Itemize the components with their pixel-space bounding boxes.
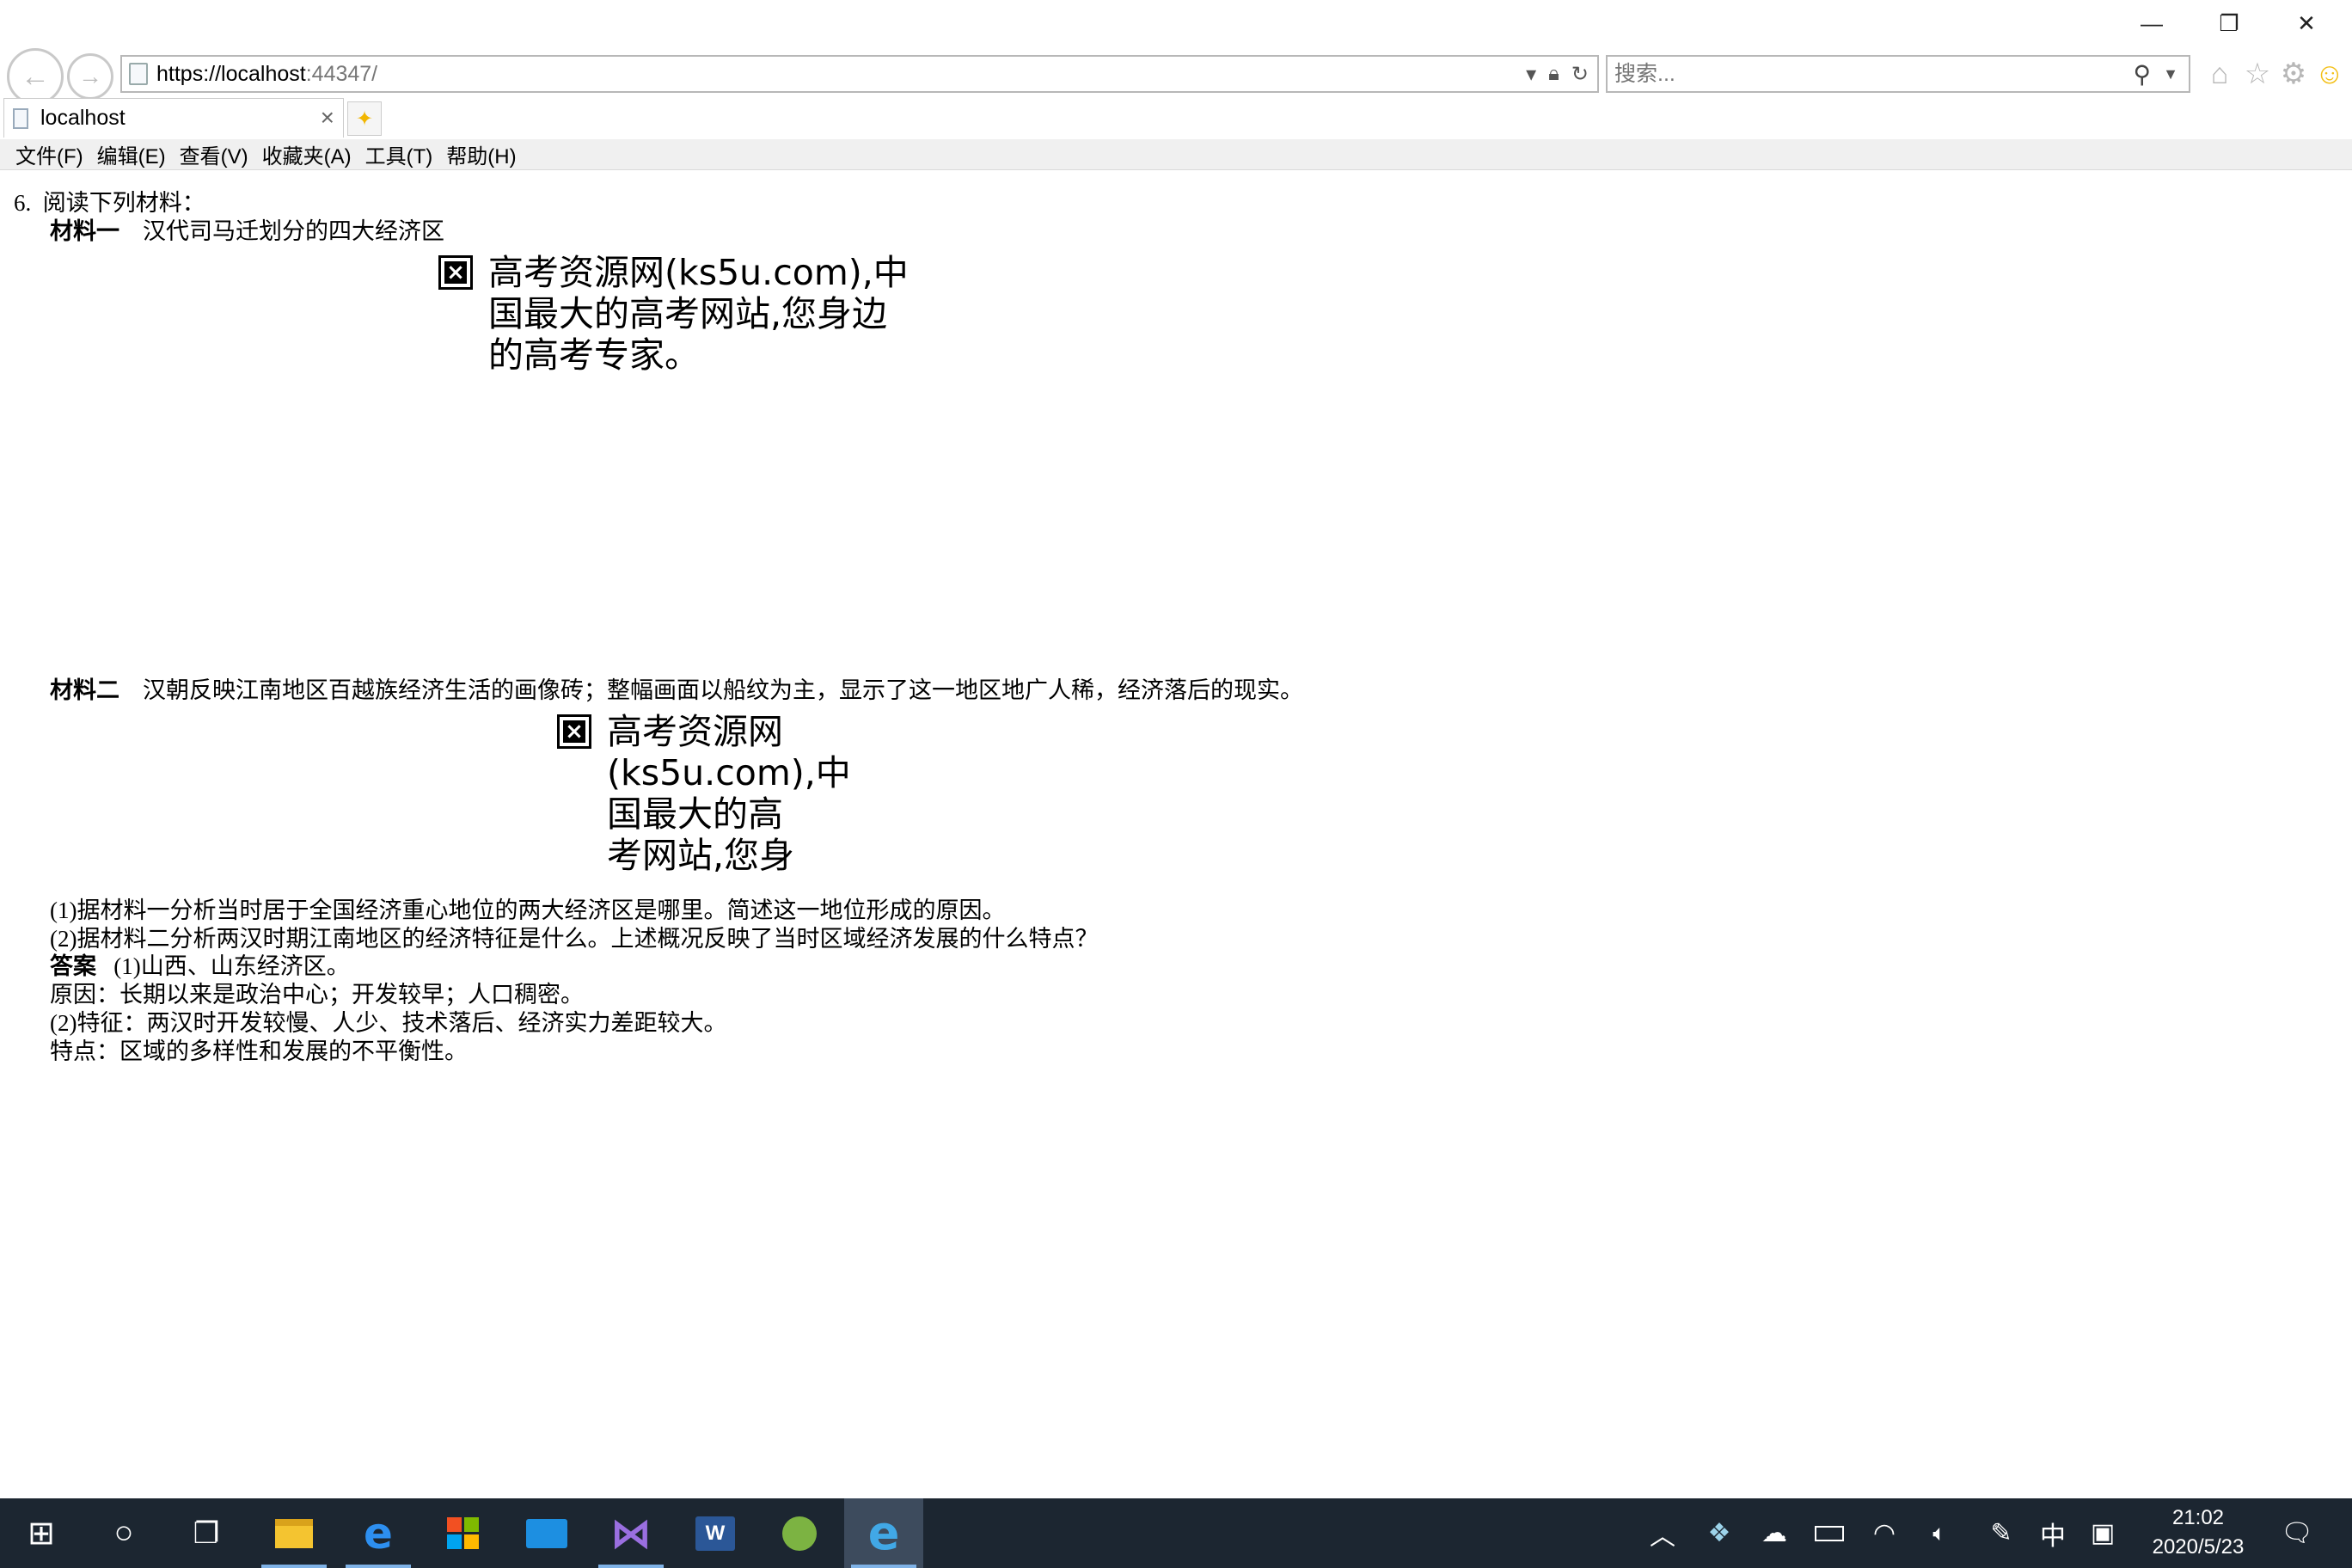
page-icon: [129, 63, 148, 85]
search-input[interactable]: [1614, 61, 2096, 87]
windows-start-icon: ⊞: [28, 1516, 55, 1552]
menu-bar: 文件(F) 编辑(E) 查看(V) 收藏夹(A) 工具(T) 帮助(H): [0, 139, 2352, 170]
notification-icon: 🗨︎: [2280, 1519, 2314, 1547]
taskbar-internet-explorer[interactable]: e: [844, 1498, 923, 1568]
action-center[interactable]: 🗨︎: [2275, 1498, 2319, 1568]
task-view-button[interactable]: ❐: [167, 1498, 246, 1568]
ime-mode-icon: ▣: [2090, 1519, 2116, 1547]
battery[interactable]: [1810, 1498, 1848, 1568]
android-studio-icon: [782, 1516, 817, 1551]
refresh-icon[interactable]: ↻: [1571, 62, 1589, 87]
material-one-text: 汉代司马迁划分的四大经济区: [143, 218, 444, 244]
pen-workspace[interactable]: ✎: [1982, 1498, 2020, 1568]
ime-label: 中: [2040, 1522, 2066, 1551]
broken-image-icon: [438, 255, 473, 290]
tab-page-icon: [13, 107, 28, 129]
taskbar-android-studio[interactable]: [760, 1498, 839, 1568]
broken-image-1: 高考资源网(ks5u.com),中 国最大的高考网站,您身边 的高考专家。: [438, 252, 909, 376]
menu-view[interactable]: 查看(V): [180, 139, 248, 169]
new-tab-button[interactable]: ✦: [347, 101, 382, 136]
menu-tools[interactable]: 工具(T): [365, 139, 433, 169]
start-button[interactable]: ⊞: [2, 1498, 81, 1568]
tab-localhost[interactable]: localhost ×: [3, 98, 344, 138]
onedrive[interactable]: ☁: [1755, 1498, 1793, 1568]
visual-studio-icon: ⋈: [610, 1510, 652, 1557]
image-alt-text-2: 高考资源网 (ks5u.com),中 国最大的高 考网站,您身: [607, 711, 851, 876]
address-dropdown-icon[interactable]: ▾: [1526, 62, 1536, 87]
tab-bar: localhost × ✦: [0, 98, 2352, 138]
task-view-icon: ❐: [193, 1516, 220, 1550]
maximize-button[interactable]: ❐: [2190, 0, 2268, 46]
taskbar-mail[interactable]: [507, 1498, 586, 1568]
question-number: 6.: [14, 190, 32, 216]
favorites-star-icon[interactable]: ☆: [2240, 57, 2275, 91]
material-two-line: 材料二 汉朝反映江南地区百越族经济生活的画像砖；整幅画面以船纹为主，显示了这一地…: [50, 671, 1303, 705]
cloud-icon: ☁: [1761, 1519, 1787, 1547]
close-window-button[interactable]: ✕: [2268, 0, 2345, 46]
file-explorer-icon: [275, 1518, 313, 1548]
show-hidden-icons[interactable]: ︿: [1645, 1498, 1680, 1568]
back-arrow-icon: ←: [21, 59, 50, 93]
search-icon[interactable]: ⚲: [2133, 60, 2151, 89]
address-url[interactable]: https://localhost:44347/: [156, 62, 377, 87]
material-one-label: 材料一: [50, 218, 119, 244]
network[interactable]: ◠: [1865, 1498, 1903, 1568]
menu-edit[interactable]: 编辑(E): [97, 139, 166, 169]
battery-icon: [1815, 1525, 1844, 1541]
lock-icon[interactable]: 🔒︎: [1548, 62, 1559, 87]
clock-date: 2020/5/23: [2152, 1535, 2245, 1559]
volume-muted-icon: 🔈︎: [1932, 1519, 1946, 1546]
taskbar-word[interactable]: W: [676, 1498, 755, 1568]
broken-image-2: 高考资源网 (ks5u.com),中 国最大的高 考网站,您身: [557, 711, 851, 876]
menu-favorites[interactable]: 收藏夹(A): [262, 139, 352, 169]
system-clock[interactable]: 21:02 2020/5/23: [2134, 1504, 2263, 1562]
taskbar-visual-studio[interactable]: ⋈: [591, 1498, 671, 1568]
input-language[interactable]: 中: [2034, 1498, 2072, 1568]
new-tab-icon: ✦: [355, 107, 374, 131]
chevron-up-icon: ︿: [1650, 1522, 1675, 1551]
ime-mode[interactable]: ▣: [2084, 1498, 2122, 1568]
browser-chrome: — ❐ ✕ ← → https://localhost:44347/ ▾ 🔒︎ …: [0, 0, 2352, 170]
taskbar-edge[interactable]: e: [339, 1498, 418, 1568]
menu-help[interactable]: 帮助(H): [446, 139, 516, 169]
back-button[interactable]: ←: [7, 48, 64, 105]
cortana-button[interactable]: ○: [84, 1498, 163, 1568]
cortana-icon: ○: [113, 1515, 134, 1551]
tray-app[interactable]: ❖: [1700, 1498, 1738, 1568]
page-content: 6. 阅读下列材料： 材料一 汉代司马迁划分的四大经济区 高考资源网(ks5u.…: [0, 171, 2352, 1498]
forward-button[interactable]: →: [67, 53, 113, 100]
forward-arrow-icon: →: [78, 63, 102, 89]
store-icon: [446, 1517, 479, 1549]
tray-app-icon: ❖: [1707, 1519, 1731, 1547]
answer-feature: 特点：区域的多样性和发展的不平衡性。: [50, 1038, 468, 1064]
word-icon: W: [695, 1516, 735, 1551]
taskbar-file-explorer[interactable]: [254, 1498, 334, 1568]
material-two-text: 汉朝反映江南地区百越族经济生活的画像砖；整幅画面以船纹为主，显示了这一地区地广人…: [143, 677, 1303, 703]
taskbar-store[interactable]: [423, 1498, 502, 1568]
broken-image-icon: [557, 714, 591, 749]
gear-icon[interactable]: ⚙: [2276, 57, 2311, 91]
mail-icon: [526, 1518, 567, 1548]
volume[interactable]: 🔈︎: [1920, 1498, 1958, 1568]
internet-explorer-icon: e: [867, 1506, 900, 1560]
address-bar[interactable]: https://localhost:44347/ ▾ 🔒︎ ↻: [120, 55, 1599, 93]
tab-title: localhost: [40, 106, 126, 130]
feedback-smiley-icon[interactable]: ☺: [2312, 57, 2347, 91]
search-box[interactable]: ⚲ ▼: [1606, 55, 2190, 93]
search-dropdown-icon[interactable]: ▼: [2163, 65, 2178, 83]
material-two-label: 材料二: [50, 677, 119, 703]
pen-icon: ✎: [1990, 1519, 2012, 1547]
material-one-line: 材料一 汉代司马迁划分的四大经济区: [50, 212, 444, 246]
menu-file[interactable]: 文件(F): [15, 139, 83, 169]
image-alt-text-1: 高考资源网(ks5u.com),中 国最大的高考网站,您身边 的高考专家。: [488, 252, 909, 376]
minimize-button[interactable]: —: [2113, 0, 2190, 46]
tab-close-icon[interactable]: ×: [321, 104, 334, 132]
edge-icon: e: [364, 1508, 393, 1559]
home-icon[interactable]: ⌂: [2202, 57, 2237, 91]
clock-time: 21:02: [2171, 1506, 2225, 1529]
wifi-icon: ◠: [1872, 1519, 1896, 1547]
windows-taskbar: ⊞ ○ ❐ e ⋈ W e ︿ ❖ ☁ ◠ 🔈︎ ✎ 中 ▣ 21:02 202…: [0, 1498, 2352, 1568]
